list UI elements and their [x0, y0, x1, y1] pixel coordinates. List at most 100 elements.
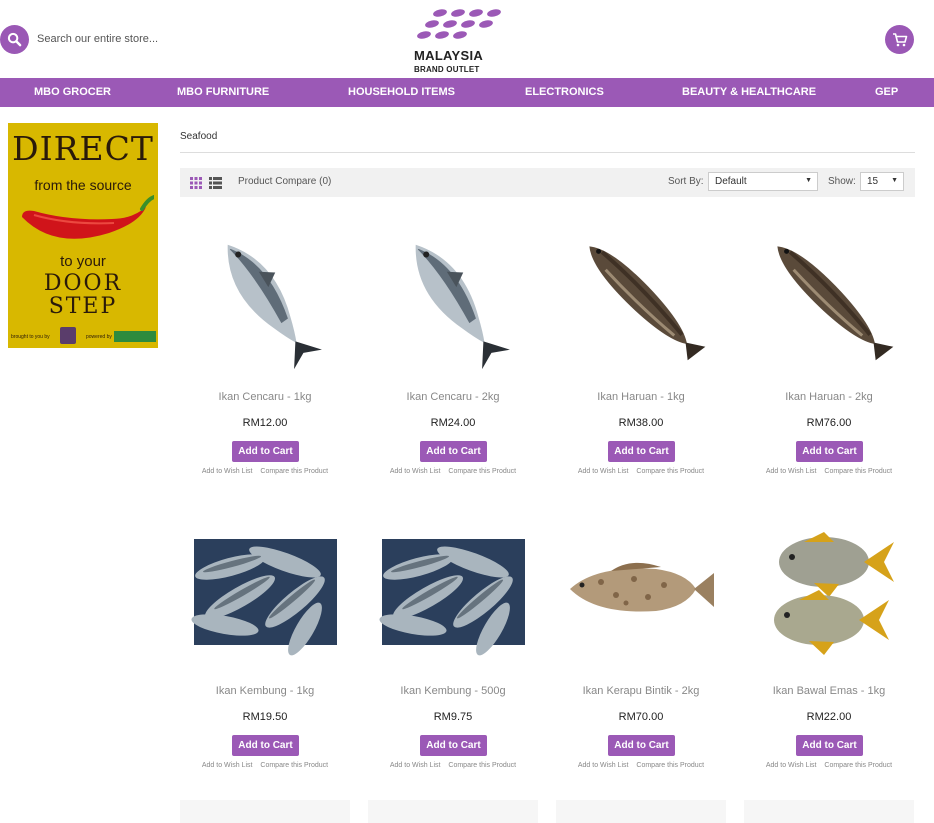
compare-product-link[interactable]: Compare this Product [448, 762, 516, 769]
add-to-wish-list-link[interactable]: Add to Wish List [766, 468, 817, 475]
add-to-wish-list-link[interactable]: Add to Wish List [390, 762, 441, 769]
product-links: Add to Wish List Compare this Product [180, 468, 350, 475]
add-to-wish-list-link[interactable]: Add to Wish List [578, 762, 629, 769]
banner-subline: to your [60, 253, 106, 270]
add-to-wish-list-link[interactable]: Add to Wish List [390, 468, 441, 475]
compare-product-link[interactable]: Compare this Product [636, 762, 704, 769]
chili-pepper-icon [22, 195, 154, 239]
search-button[interactable] [0, 25, 29, 54]
add-to-cart-button[interactable]: Add to Cart [420, 441, 487, 462]
nav-item-gep[interactable]: GEP [875, 78, 898, 107]
product-name[interactable]: Ikan Haruan - 2kg [744, 391, 914, 403]
cart-button[interactable] [885, 25, 914, 54]
nav-item-household-items[interactable]: HOUSEHOLD ITEMS [348, 78, 455, 107]
divider [180, 152, 915, 153]
product-image[interactable] [368, 507, 538, 677]
search-input[interactable] [37, 33, 237, 45]
product-name[interactable]: Ikan Cencaru - 2kg [368, 391, 538, 403]
promo-banner[interactable]: DIRECT from the source to your DOOR STEP… [8, 123, 158, 348]
product-links: Add to Wish List Compare this Product [556, 468, 726, 475]
add-to-wish-list-link[interactable]: Add to Wish List [202, 468, 253, 475]
compare-product-link[interactable]: Compare this Product [824, 762, 892, 769]
add-to-wish-list-link[interactable]: Add to Wish List [766, 762, 817, 769]
product-name[interactable]: Ikan Kembung - 1kg [180, 685, 350, 697]
nav-item-electronics[interactable]: ELECTRONICS [525, 78, 604, 107]
add-to-cart-button[interactable]: Add to Cart [232, 735, 299, 756]
logo-subtitle: BRAND OUTLET [414, 65, 480, 74]
product-price: RM12.00 [242, 417, 288, 429]
kembung-pile-image [180, 539, 350, 681]
product-card-placeholder [744, 800, 914, 823]
product-price: RM38.00 [618, 417, 664, 429]
product-image[interactable] [744, 507, 914, 677]
product-name[interactable]: Ikan Cencaru - 1kg [180, 391, 350, 403]
sort-value: Default [715, 176, 747, 187]
product-card: Ikan Kembung - 500g RM9.75 Add to Cart A… [368, 507, 538, 797]
banner-cart-logo-icon [60, 327, 76, 344]
product-name[interactable]: Ikan Kerapu Bintik - 2kg [556, 685, 726, 697]
add-to-wish-list-link[interactable]: Add to Wish List [202, 762, 253, 769]
product-links: Add to Wish List Compare this Product [180, 762, 350, 769]
nav-item-beauty-healthcare[interactable]: BEAUTY & HEALTHCARE [682, 78, 816, 107]
show-value: 15 [867, 176, 879, 187]
product-compare-link[interactable]: Product Compare (0) [238, 176, 331, 187]
add-to-cart-button[interactable]: Add to Cart [232, 441, 299, 462]
add-to-wish-list-link[interactable]: Add to Wish List [578, 468, 629, 475]
product-name[interactable]: Ikan Kembung - 500g [368, 685, 538, 697]
product-image[interactable] [556, 213, 726, 383]
product-links: Add to Wish List Compare this Product [744, 468, 914, 475]
list-view-icon[interactable] [209, 177, 222, 189]
product-links: Add to Wish List Compare this Product [744, 762, 914, 769]
add-to-cart-button[interactable]: Add to Cart [420, 735, 487, 756]
nav-item-mbo-grocer[interactable]: MBO GROCER [34, 78, 111, 107]
compare-product-link[interactable]: Compare this Product [636, 468, 704, 475]
search-icon [7, 32, 22, 47]
product-image[interactable] [744, 213, 914, 383]
product-price: RM22.00 [806, 711, 852, 723]
product-image[interactable] [368, 213, 538, 383]
shopping-cart-icon [892, 32, 907, 46]
show-label: Show: [828, 176, 856, 187]
nav-item-mbo-furniture[interactable]: MBO FURNITURE [177, 78, 269, 107]
compare-product-link[interactable]: Compare this Product [448, 468, 516, 475]
product-card: Ikan Haruan - 1kg RM38.00 Add to Cart Ad… [556, 213, 726, 503]
dropdown-arrow-icon: ▼ [891, 177, 898, 184]
pompano-fish-image [744, 532, 914, 681]
product-toolbar: Product Compare (0) Sort By: Default ▼ S… [180, 168, 915, 197]
product-image[interactable] [556, 507, 726, 677]
compare-product-link[interactable]: Compare this Product [260, 468, 328, 475]
product-links: Add to Wish List Compare this Product [368, 468, 538, 475]
banner-brought-by: brought to you by [11, 334, 50, 340]
banner-door: DOOR [43, 271, 123, 296]
product-links: Add to Wish List Compare this Product [556, 762, 726, 769]
product-card: Ikan Cencaru - 1kg RM12.00 Add to Cart A… [180, 213, 350, 503]
product-name[interactable]: Ikan Haruan - 1kg [556, 391, 726, 403]
product-price: RM19.50 [242, 711, 288, 723]
product-card: Ikan Kembung - 1kg RM19.50 Add to Cart A… [180, 507, 350, 797]
product-image[interactable] [180, 507, 350, 677]
sort-select[interactable]: Default ▼ [708, 172, 818, 191]
add-to-cart-button[interactable]: Add to Cart [608, 735, 675, 756]
product-card: Ikan Bawal Emas - 1kg RM22.00 Add to Car… [744, 507, 914, 797]
product-price: RM24.00 [430, 417, 476, 429]
site-header: MALAYSIA BRAND OUTLET [0, 0, 934, 78]
add-to-cart-button[interactable]: Add to Cart [608, 441, 675, 462]
compare-product-link[interactable]: Compare this Product [260, 762, 328, 769]
product-price: RM9.75 [433, 711, 473, 723]
breadcrumb[interactable]: Seafood [180, 131, 217, 142]
product-card-placeholder [556, 800, 726, 823]
grouper-fish-image [556, 562, 726, 681]
product-image[interactable] [180, 213, 350, 383]
sort-label: Sort By: [668, 176, 704, 187]
site-logo[interactable]: MALAYSIA BRAND OUTLET [410, 8, 510, 74]
add-to-cart-button[interactable]: Add to Cart [796, 441, 863, 462]
product-card: Ikan Haruan - 2kg RM76.00 Add to Cart Ad… [744, 213, 914, 503]
show-select[interactable]: 15 ▼ [860, 172, 904, 191]
banner-headline: DIRECT [12, 129, 154, 168]
main-nav: MBO GROCER MBO FURNITURE HOUSEHOLD ITEMS… [0, 78, 934, 107]
grid-view-icon[interactable] [190, 177, 202, 189]
add-to-cart-button[interactable]: Add to Cart [796, 735, 863, 756]
compare-product-link[interactable]: Compare this Product [824, 468, 892, 475]
product-price: RM70.00 [618, 711, 664, 723]
product-name[interactable]: Ikan Bawal Emas - 1kg [744, 685, 914, 697]
